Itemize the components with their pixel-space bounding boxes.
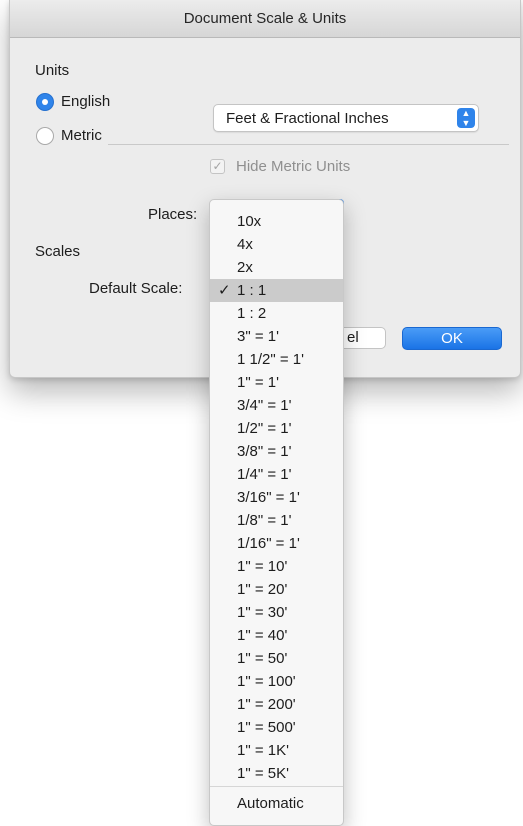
menu-item[interactable]: 1" = 1' — [210, 371, 343, 394]
menu-item-label: 1" = 50' — [237, 650, 288, 667]
menu-item-label: 1" = 1K' — [237, 742, 289, 759]
cancel-button-label: el — [347, 329, 359, 346]
unit-format-popup[interactable]: Feet & Fractional Inches ▲ ▼ — [213, 104, 479, 132]
menu-item-label: 1 1/2" = 1' — [237, 351, 304, 368]
menu-item-automatic[interactable]: Automatic — [210, 792, 343, 815]
menu-item[interactable]: 1/4" = 1' — [210, 463, 343, 486]
menu-separator — [210, 786, 343, 787]
metric-radio-label[interactable]: Metric — [61, 127, 102, 144]
menu-item[interactable]: 1" = 30' — [210, 601, 343, 624]
menu-item[interactable]: 1 : 2 — [210, 302, 343, 325]
menu-item[interactable]: 1" = 200' — [210, 693, 343, 716]
english-radio-label[interactable]: English — [61, 93, 110, 110]
menu-item-label: 1" = 20' — [237, 581, 288, 598]
menu-item[interactable]: 3/16" = 1' — [210, 486, 343, 509]
menu-item-label: 1/2" = 1' — [237, 420, 292, 437]
cancel-button[interactable]: el — [338, 327, 386, 349]
default-scale-menu: Automatic 10x 4x 2x ✓ 1 : 1 1 : 2 3" = 1' 1 1/2… — [209, 199, 344, 826]
scales-heading: Scales — [35, 243, 81, 260]
menu-item[interactable]: 10x — [210, 210, 343, 233]
menu-item[interactable]: 1" = 50' — [210, 647, 343, 670]
menu-item-label: 1/16" = 1' — [237, 535, 300, 552]
menu-item[interactable]: 3" = 1' — [210, 325, 343, 348]
popup-stepper-icon: ▲ ▼ — [457, 108, 475, 128]
menu-item[interactable]: 1/8" = 1' — [210, 509, 343, 532]
menu-item-label: 3/4" = 1' — [237, 397, 292, 414]
menu-item[interactable]: 1" = 100' — [210, 670, 343, 693]
menu-item-label: 1" = 5K' — [237, 765, 289, 782]
menu-item[interactable]: 1" = 1K' — [210, 739, 343, 762]
menu-item-label: 1" = 10' — [237, 558, 288, 575]
menu-item-label: 1 : 2 — [237, 305, 267, 322]
menu-item[interactable]: 1" = 500' — [210, 716, 343, 739]
checkmark-icon: ✓ — [218, 282, 231, 299]
menu-item[interactable]: ✓ 1 : 1 — [210, 279, 343, 302]
menu-item-label: 2x — [237, 259, 253, 276]
menu-item[interactable]: 1 1/2" = 1' — [210, 348, 343, 371]
ok-button[interactable]: OK — [402, 327, 502, 350]
metric-radio[interactable] — [36, 127, 54, 145]
menu-item-label: 1" = 1' — [237, 374, 279, 391]
menu-item[interactable]: 3/4" = 1' — [210, 394, 343, 417]
menu-item[interactable]: 3/8" = 1' — [210, 440, 343, 463]
menu-item-label: 1 : 1 — [237, 282, 267, 299]
menu-item-label: 1" = 500' — [237, 719, 296, 736]
units-separator — [108, 144, 509, 145]
menu-item[interactable]: 1" = 20' — [210, 578, 343, 601]
default-scale-label: Default Scale: — [89, 280, 183, 297]
menu-item-label: 10x — [237, 213, 262, 230]
menu-item-label: 1" = 30' — [237, 604, 288, 621]
places-label: Places: — [148, 206, 198, 223]
menu-item[interactable]: 1" = 5K' — [210, 762, 343, 785]
menu-item-label: 1/4" = 1' — [237, 466, 292, 483]
menu-item-label: 1" = 200' — [237, 696, 296, 713]
hide-metric-checkbox[interactable]: ✓ — [210, 159, 225, 174]
menu-item-label: 1" = 100' — [237, 673, 296, 690]
menu-item[interactable]: 1/16" = 1' — [210, 532, 343, 555]
menu-item-label: 3/8" = 1' — [237, 443, 292, 460]
hide-metric-label: Hide Metric Units — [236, 158, 351, 175]
menu-item-label: 3/16" = 1' — [237, 489, 300, 506]
menu-item-label: 1" = 40' — [237, 627, 288, 644]
dialog-title: Document Scale & Units — [10, 0, 520, 38]
menu-item[interactable]: 1/2" = 1' — [210, 417, 343, 440]
menu-item-label: 1/8" = 1' — [237, 512, 292, 529]
menu-item-label: 4x — [237, 236, 253, 253]
menu-item-label: 3" = 1' — [237, 328, 279, 345]
english-radio[interactable] — [36, 93, 54, 111]
menu-item[interactable]: 1" = 10' — [210, 555, 343, 578]
menu-item[interactable]: 4x — [210, 233, 343, 256]
menu-item[interactable]: 1" = 40' — [210, 624, 343, 647]
units-heading: Units — [35, 62, 70, 79]
menu-item[interactable]: 2x — [210, 256, 343, 279]
unit-format-value: Feet & Fractional Inches — [226, 110, 389, 127]
